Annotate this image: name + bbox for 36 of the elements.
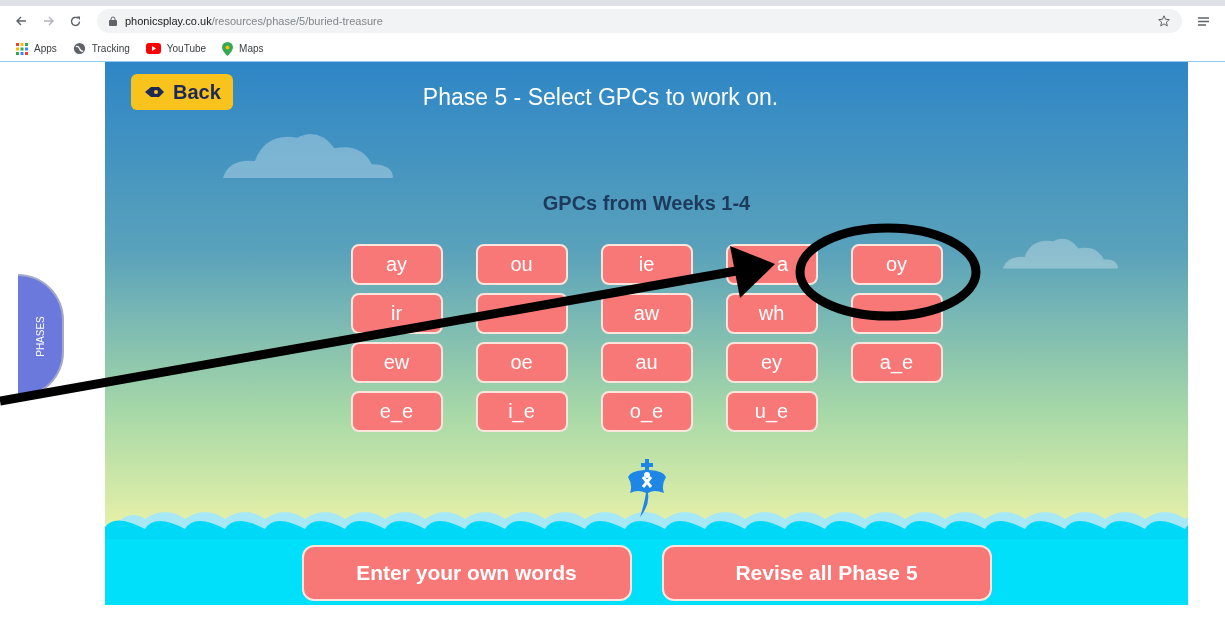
gpc-button[interactable]: u_e xyxy=(725,390,818,432)
gpc-button[interactable]: oe xyxy=(475,341,568,383)
apps-grid-icon xyxy=(16,42,28,55)
gpc-button[interactable]: i_e xyxy=(475,390,568,432)
gpc-button[interactable]: ew xyxy=(350,341,443,383)
globe-icon xyxy=(72,42,86,55)
ship-icon xyxy=(625,459,668,519)
gpc-button[interactable]: wh xyxy=(725,292,818,334)
address-bar[interactable]: phonicsplay.co.uk/resources/phase/5/buried-treasure xyxy=(97,9,1182,33)
bookmark-item[interactable]: Tracking xyxy=(72,41,130,56)
map-pin-icon xyxy=(222,41,234,56)
url-text: phonicsplay.co.uk/resources/phase/5/buried-treasure xyxy=(125,13,383,29)
menu-icon[interactable] xyxy=(1198,16,1209,26)
gpc-button[interactable]: oy xyxy=(850,243,943,285)
gpc-button[interactable]: e_e xyxy=(350,390,443,432)
lock-icon xyxy=(109,16,117,26)
back-button[interactable]: Back xyxy=(131,74,233,110)
gpc-button[interactable]: au xyxy=(600,341,693,383)
bookmark-item[interactable]: Maps xyxy=(222,41,264,56)
action-button[interactable]: Revise all Phase 5 xyxy=(661,545,992,601)
gpc-button[interactable]: a_e xyxy=(850,341,943,383)
gpc-button[interactable]: ie xyxy=(600,243,693,285)
section-title: GPCs from Weeks 1-4 xyxy=(542,190,751,216)
action-button[interactable]: Enter your own words xyxy=(301,545,632,601)
play-icon xyxy=(145,43,161,54)
gpc-button[interactable]: ey xyxy=(725,341,818,383)
star-icon[interactable] xyxy=(1158,15,1170,27)
reload-icon[interactable] xyxy=(70,15,81,27)
gpc-button[interactable]: o_e xyxy=(600,390,693,432)
gpc-button[interactable]: aw xyxy=(600,292,693,334)
page-title: Phase 5 - Select GPCs to work on. xyxy=(422,83,779,112)
bookmark-item[interactable]: Apps xyxy=(16,41,57,56)
gpc-button[interactable]: ay xyxy=(350,243,443,285)
back-arrow-icon[interactable] xyxy=(16,16,27,26)
gpc-button[interactable]: ou xyxy=(475,243,568,285)
bookmark-item[interactable]: YouTube xyxy=(145,41,207,56)
